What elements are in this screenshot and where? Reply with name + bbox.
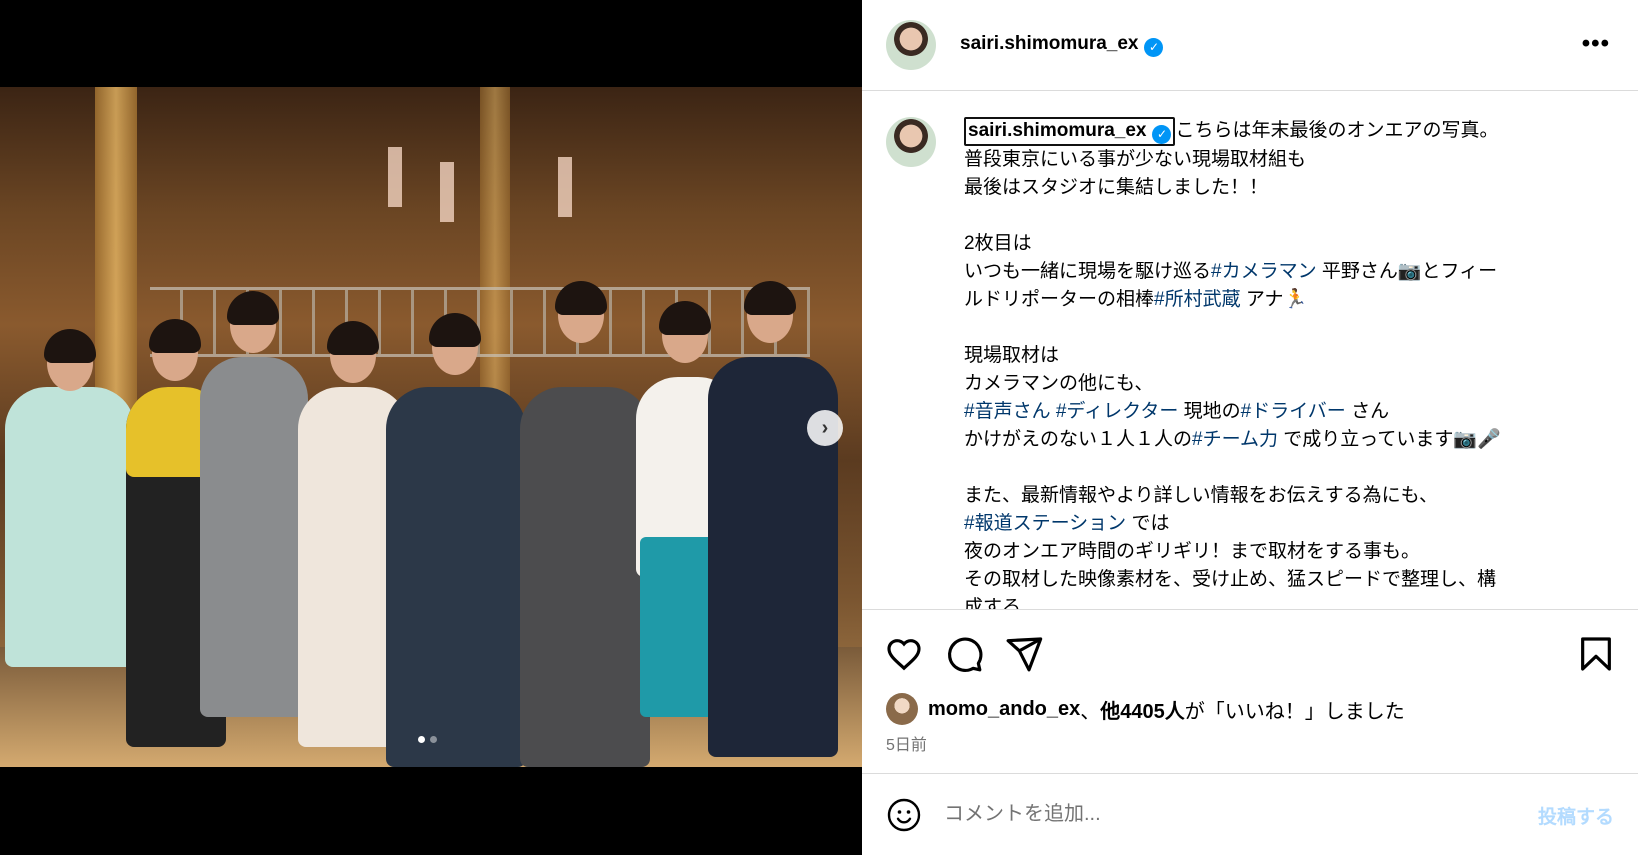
hashtag-link[interactable]: #ドライバー xyxy=(1241,401,1346,422)
person xyxy=(5,387,135,667)
post-comment-button[interactable]: 投稿する xyxy=(1538,802,1614,829)
verified-badge-icon: ✓ xyxy=(1144,37,1164,57)
bookmark-save-icon[interactable] xyxy=(1576,634,1616,674)
avatar[interactable] xyxy=(886,117,936,167)
comment-bubble-icon[interactable] xyxy=(944,634,984,674)
emoji-smiley-icon[interactable] xyxy=(886,797,922,833)
caption-segment: 普段東京にいる事が少ない現場取材組も xyxy=(964,148,1307,170)
carousel-indicator xyxy=(418,736,437,743)
person xyxy=(200,357,308,717)
caption-segment: いつも一緒に現場を駆け巡る xyxy=(964,260,1212,282)
liker-avatar[interactable] xyxy=(886,693,918,725)
studio-light xyxy=(558,157,572,217)
verified-badge-icon: ✓ xyxy=(1152,124,1172,144)
likes-count[interactable]: 他4405人 xyxy=(1100,695,1185,724)
post-panel: sairi.shimomura_ex ✓ ••• sairi.shimomura_… xyxy=(862,0,1638,855)
person-hair xyxy=(44,329,96,363)
hashtag-link[interactable]: #音声さん xyxy=(964,401,1051,422)
hashtag-link[interactable]: #カメラマン xyxy=(1211,261,1317,282)
likes-suffix: が「いいね！」しました xyxy=(1184,700,1405,723)
avatar[interactable] xyxy=(886,20,936,70)
person xyxy=(520,387,650,767)
likes-summary: momo_ando_ex、他4405人 が「いいね！」しました xyxy=(886,693,1405,725)
like-heart-icon[interactable] xyxy=(884,634,924,674)
comment-input[interactable] xyxy=(944,803,1504,826)
action-bar xyxy=(862,609,1638,691)
caption-segment: こちらは年末最後のオンエアの写真。 xyxy=(1175,120,1499,141)
caption: sairi.shimomura_ex ✓ こちらは年末最後のオンエアの写真。 普段東… xyxy=(964,117,1604,609)
caption-segment: さん xyxy=(1345,400,1390,422)
carousel-dot xyxy=(430,736,437,743)
caption-segment: かけがえのない１人１人の xyxy=(964,428,1193,450)
caption-segment xyxy=(964,317,969,338)
hashtag-link[interactable]: #ディレクター xyxy=(1056,401,1178,422)
post-timestamp[interactable]: 5日前 xyxy=(886,731,927,755)
comment-bar: 投稿する xyxy=(862,773,1638,855)
carousel-next-button[interactable]: › xyxy=(807,410,843,446)
caption-segment: ルドリポーターの相棒 xyxy=(964,288,1155,310)
caption-segment: 平野さん📷とフィー xyxy=(1316,260,1498,282)
header-username[interactable]: sairi.shimomura_ex ✓ xyxy=(960,33,1164,57)
hashtag-link[interactable]: #所村武蔵 xyxy=(1154,289,1241,310)
caption-segment: その取材した映像素材を、受け止め、猛スピードで整理し、構 xyxy=(964,568,1497,590)
media-pane: › xyxy=(0,0,862,855)
caption-text: こちらは年末最後のオンエアの写真。 普段東京にいる事が少ない現場取材組も 最後は… xyxy=(964,120,1501,609)
caption-segment: 2枚目は xyxy=(964,232,1032,254)
studio-light xyxy=(440,162,454,222)
caption-segment xyxy=(964,457,969,478)
caption-area: sairi.shimomura_ex ✓ こちらは年末最後のオンエアの写真。 普段東… xyxy=(862,91,1638,609)
carousel-dot xyxy=(418,736,425,743)
share-send-icon[interactable] xyxy=(1004,634,1044,674)
caption-segment: 夜のオンエア時間のギリギリ！まで取材をする事も。 xyxy=(964,540,1421,562)
caption-segment: カメラマンの他にも、 xyxy=(964,372,1154,394)
post-header: sairi.shimomura_ex ✓ ••• xyxy=(862,0,1638,91)
caption-segment: 最後はスタジオに集結しました！！ xyxy=(964,176,1269,198)
person xyxy=(386,387,526,767)
caption-segment: 成する xyxy=(964,596,1022,610)
caption-username[interactable]: sairi.shimomura_ex ✓ xyxy=(964,117,1176,146)
caption-segment: 現場取材は xyxy=(964,344,1060,366)
caption-segment xyxy=(964,205,969,226)
caption-segment: アナ🏃 xyxy=(1240,288,1308,310)
more-options-button[interactable]: ••• xyxy=(1582,30,1610,58)
caption-segment: また、最新情報やより詳しい情報をお伝えする為にも、 xyxy=(964,484,1439,506)
likes-separator: 、 xyxy=(1080,700,1101,723)
studio-light xyxy=(388,147,402,207)
liker-username[interactable]: momo_ando_ex xyxy=(928,698,1080,721)
hashtag-link[interactable]: #報道ステーション xyxy=(964,513,1126,534)
post-photo[interactable] xyxy=(0,87,862,767)
hashtag-link[interactable]: #チーム力 xyxy=(1192,429,1278,450)
caption-segment: 現地の xyxy=(1178,400,1241,422)
caption-segment: で成り立っています📷🎤 xyxy=(1278,428,1501,450)
caption-segment: では xyxy=(1126,512,1170,534)
